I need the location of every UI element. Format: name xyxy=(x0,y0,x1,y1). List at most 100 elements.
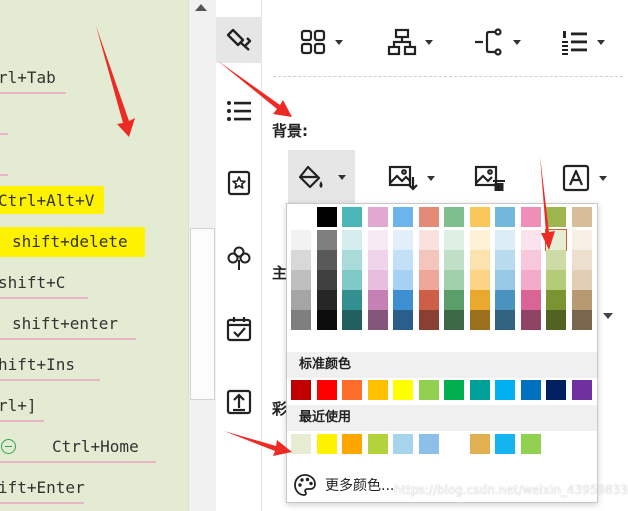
recent-color-swatch[interactable] xyxy=(444,434,464,454)
theme-color-swatch[interactable] xyxy=(393,290,413,310)
theme-color-swatch[interactable] xyxy=(495,310,515,330)
theme-color-swatch[interactable] xyxy=(546,310,566,330)
theme-color-swatch[interactable] xyxy=(316,250,337,270)
delete-image-button[interactable] xyxy=(473,156,507,200)
theme-color-swatch[interactable] xyxy=(291,250,311,270)
theme-color-swatch[interactable] xyxy=(316,310,337,330)
theme-color-swatch[interactable] xyxy=(520,207,541,227)
theme-color-swatch[interactable] xyxy=(418,310,439,330)
theme-color-swatch[interactable] xyxy=(469,230,490,250)
theme-color-swatch[interactable] xyxy=(444,230,464,250)
recent-color-swatch[interactable] xyxy=(418,434,439,454)
standard-color-swatch[interactable] xyxy=(520,380,541,400)
side-tool-clipart[interactable] xyxy=(216,235,262,281)
scrollbar-thumb[interactable] xyxy=(190,228,215,400)
connector-button[interactable] xyxy=(473,20,521,64)
theme-color-swatch[interactable] xyxy=(444,290,464,310)
theme-color-swatch[interactable] xyxy=(367,270,388,290)
theme-color-swatch[interactable] xyxy=(520,250,541,270)
theme-color-swatch[interactable] xyxy=(546,290,566,310)
theme-color-swatch[interactable] xyxy=(291,230,311,250)
theme-color-swatch[interactable] xyxy=(418,250,439,270)
standard-color-swatch[interactable] xyxy=(393,380,413,400)
theme-color-swatch[interactable] xyxy=(291,270,311,290)
theme-color-swatch[interactable] xyxy=(469,290,490,310)
theme-color-swatch[interactable] xyxy=(316,230,337,250)
theme-color-swatch[interactable] xyxy=(367,230,388,250)
more-colors-button[interactable]: 更多颜色... xyxy=(293,472,394,498)
theme-color-swatch[interactable] xyxy=(469,310,490,330)
theme-color-swatch[interactable] xyxy=(316,207,337,227)
standard-color-swatch[interactable] xyxy=(469,380,490,400)
theme-color-swatch[interactable] xyxy=(393,270,413,290)
theme-color-swatch[interactable] xyxy=(520,230,541,250)
theme-color-swatch[interactable] xyxy=(342,250,362,270)
theme-color-swatch[interactable] xyxy=(520,310,541,330)
theme-color-swatch[interactable] xyxy=(469,207,490,227)
theme-color-swatch[interactable] xyxy=(444,310,464,330)
mindmap-node[interactable]: ift+Enter xyxy=(0,478,85,498)
layout-button[interactable] xyxy=(299,20,343,64)
theme-color-swatch[interactable] xyxy=(495,250,515,270)
mindmap-node[interactable]: hift+Ins xyxy=(0,355,75,375)
theme-color-swatch[interactable] xyxy=(520,270,541,290)
theme-color-swatch[interactable] xyxy=(571,250,592,270)
scroll-up-arrow-icon[interactable] xyxy=(195,4,207,11)
mindmap-node[interactable]: Ctrl+Home xyxy=(52,437,139,457)
chevron-down-icon[interactable] xyxy=(603,313,613,319)
side-tool-export[interactable] xyxy=(216,379,262,425)
theme-color-swatch[interactable] xyxy=(342,290,362,310)
theme-color-swatch[interactable] xyxy=(367,207,388,227)
recent-color-swatch[interactable] xyxy=(291,434,311,454)
standard-color-swatch[interactable] xyxy=(342,380,362,400)
theme-color-swatch[interactable] xyxy=(546,207,566,227)
standard-color-swatch[interactable] xyxy=(291,380,311,400)
side-tool-icons[interactable] xyxy=(216,160,262,206)
recent-color-swatch[interactable] xyxy=(316,434,337,454)
theme-color-swatch[interactable] xyxy=(495,270,515,290)
theme-color-swatch[interactable] xyxy=(571,270,592,290)
standard-color-swatch[interactable] xyxy=(418,380,439,400)
theme-color-swatch[interactable] xyxy=(342,230,362,250)
side-tool-outline[interactable] xyxy=(216,88,262,134)
collapse-minus-icon[interactable] xyxy=(1,439,16,454)
theme-color-swatch[interactable] xyxy=(342,207,362,227)
recent-color-swatch[interactable] xyxy=(469,434,490,454)
mindmap-node[interactable]: rl+Tab xyxy=(0,68,56,88)
standard-color-swatch[interactable] xyxy=(316,380,337,400)
theme-color-swatch[interactable] xyxy=(444,250,464,270)
theme-color-swatch[interactable] xyxy=(393,207,413,227)
theme-color-swatch[interactable] xyxy=(495,290,515,310)
standard-color-swatch[interactable] xyxy=(571,380,592,400)
theme-color-swatch[interactable] xyxy=(520,290,541,310)
theme-color-swatch[interactable] xyxy=(444,270,464,290)
theme-color-swatch[interactable] xyxy=(495,207,515,227)
numbering-button[interactable] xyxy=(561,20,605,64)
standard-color-swatch[interactable] xyxy=(444,380,464,400)
theme-color-swatch[interactable] xyxy=(418,270,439,290)
theme-color-swatch[interactable] xyxy=(571,230,592,250)
text-frame-button[interactable] xyxy=(561,156,607,200)
theme-color-swatch[interactable] xyxy=(444,207,464,227)
recent-color-swatch[interactable] xyxy=(393,434,413,454)
theme-color-swatch[interactable] xyxy=(469,270,490,290)
theme-color-swatch[interactable] xyxy=(342,310,362,330)
vertical-scrollbar[interactable] xyxy=(188,0,216,511)
theme-color-swatch[interactable] xyxy=(546,250,566,270)
theme-color-swatch[interactable] xyxy=(393,250,413,270)
theme-color-swatch[interactable] xyxy=(571,290,592,310)
mindmap-node[interactable]: rl+] xyxy=(0,396,37,416)
theme-color-swatch[interactable] xyxy=(291,290,311,310)
insert-image-button[interactable] xyxy=(387,156,435,200)
mindmap-node[interactable]: Ctrl+Alt+V xyxy=(0,191,94,211)
theme-color-swatch[interactable] xyxy=(291,310,311,330)
recent-color-swatch[interactable] xyxy=(520,434,541,454)
theme-color-swatch[interactable] xyxy=(545,229,567,251)
theme-color-swatch[interactable] xyxy=(495,230,515,250)
theme-color-swatch[interactable] xyxy=(367,310,388,330)
theme-color-swatch[interactable] xyxy=(571,310,592,330)
theme-color-swatch[interactable] xyxy=(418,290,439,310)
theme-color-swatch[interactable] xyxy=(316,290,337,310)
standard-color-swatch[interactable] xyxy=(495,380,515,400)
theme-color-swatch[interactable] xyxy=(546,270,566,290)
